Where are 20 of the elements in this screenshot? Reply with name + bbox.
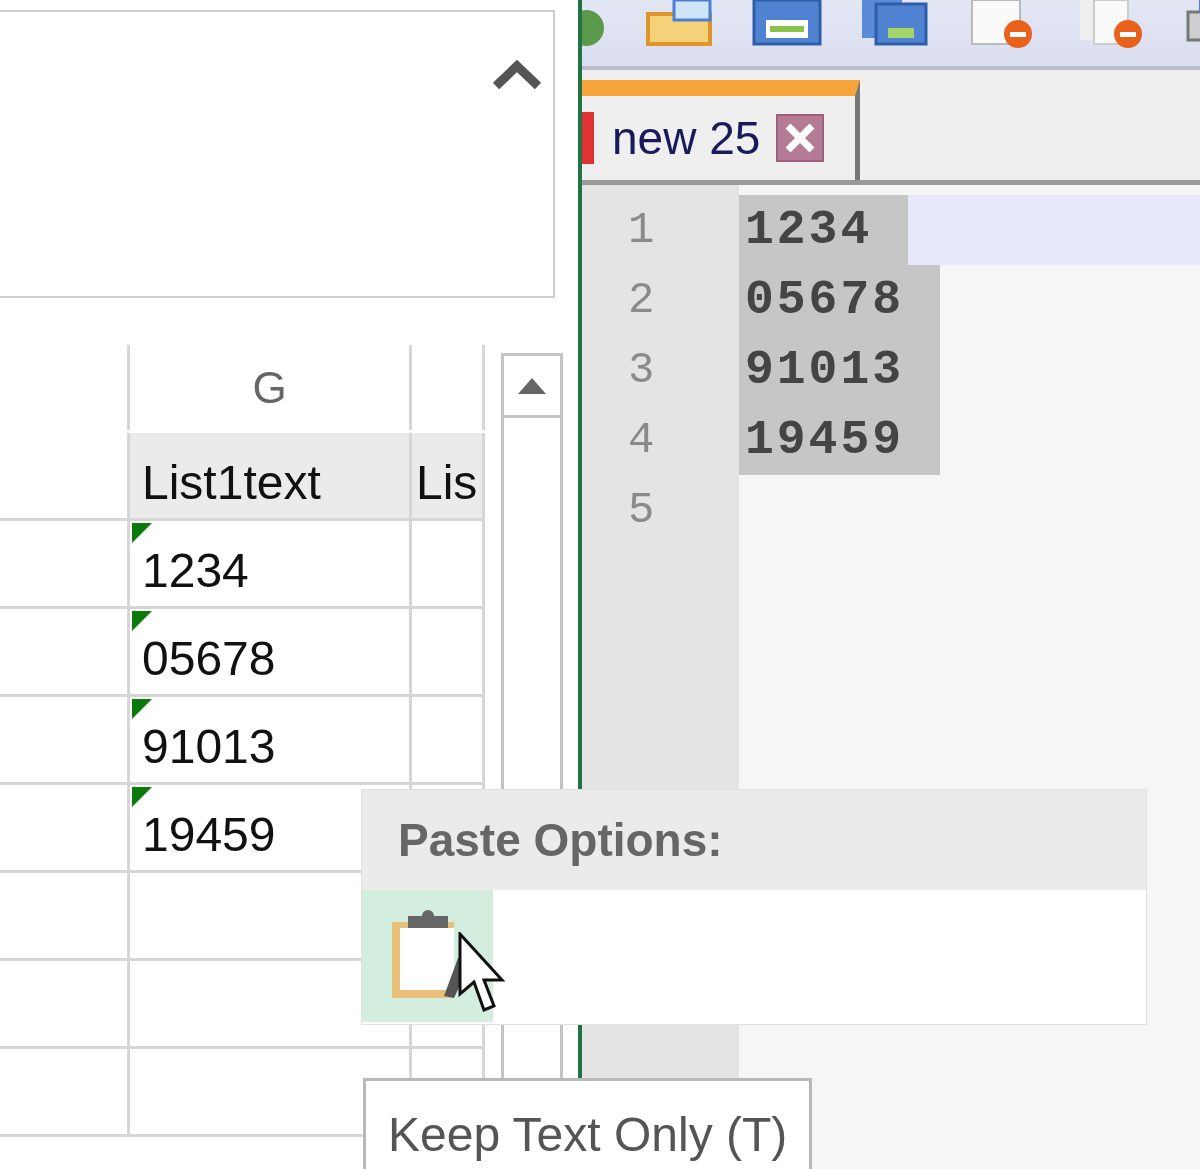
tab-label: new 25 <box>612 111 761 165</box>
line-number: 4 <box>627 414 656 467</box>
line-number: 3 <box>627 344 656 397</box>
document-tab[interactable]: new 25 <box>582 80 860 180</box>
close-tab-button[interactable] <box>776 114 825 162</box>
tooltip: Keep Text Only (T) <box>363 1078 813 1169</box>
arrow-up-icon <box>518 377 546 394</box>
table-cell: 91013 <box>130 697 412 785</box>
table-header-cell: List1text <box>130 433 412 521</box>
close-icon <box>784 122 817 154</box>
line-number: 1 <box>627 204 656 257</box>
mouse-cursor-icon <box>458 932 506 1014</box>
table-cell: 05678 <box>130 609 412 697</box>
unsaved-file-icon <box>582 112 596 164</box>
table-cell: 1234 <box>130 521 412 609</box>
menu-title: Paste Options: <box>362 790 1146 890</box>
table-header-cell: Lis <box>412 433 485 521</box>
caret-up-icon <box>492 58 542 90</box>
line-number: 5 <box>627 484 656 537</box>
line-number: 2 <box>627 274 656 327</box>
